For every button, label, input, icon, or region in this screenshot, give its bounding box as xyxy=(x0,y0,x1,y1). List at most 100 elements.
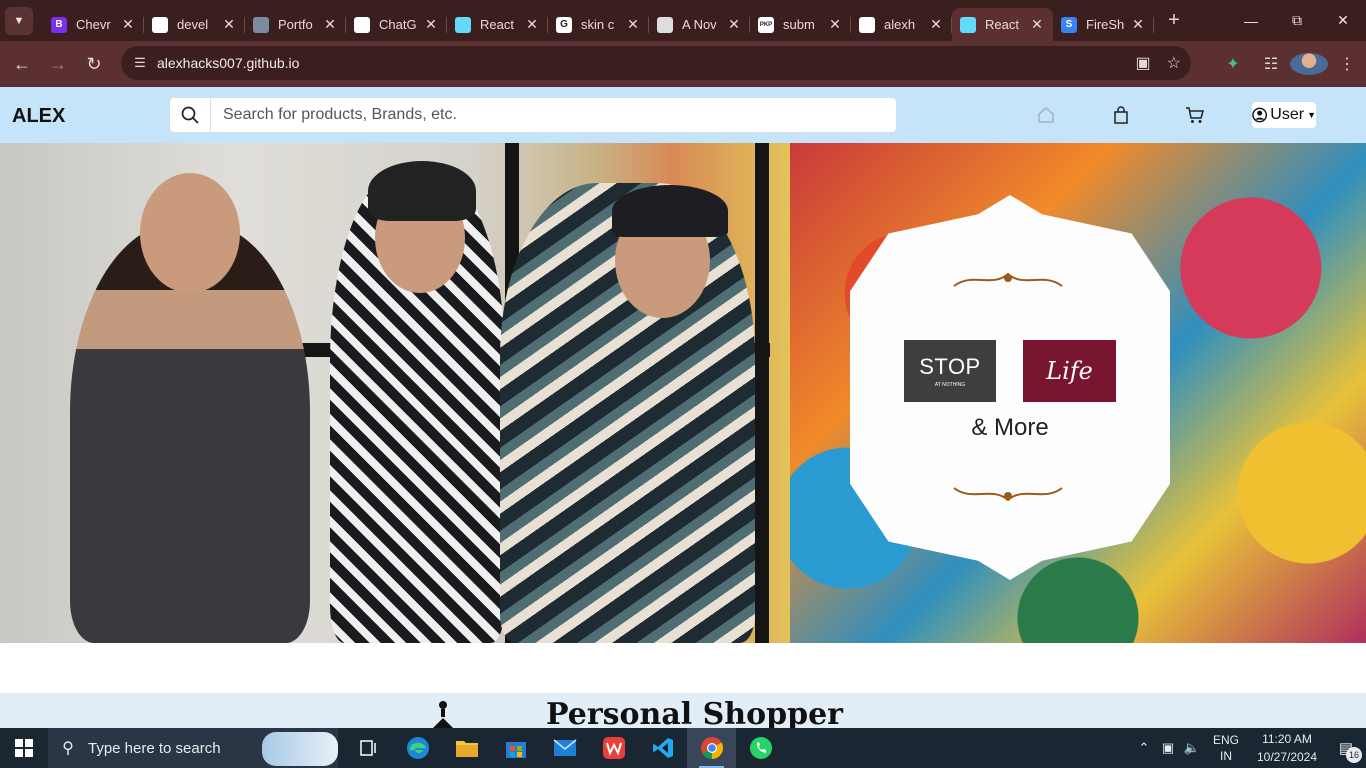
wps-office-app[interactable] xyxy=(589,728,638,768)
medium-icon xyxy=(657,16,673,33)
minimize-button[interactable]: — xyxy=(1228,0,1274,41)
tab-title: alexh xyxy=(884,17,916,32)
close-tab-icon[interactable]: ✕ xyxy=(322,16,338,33)
url-text[interactable]: alexhacks007.github.io xyxy=(157,55,299,71)
close-tab-icon[interactable]: ✕ xyxy=(726,16,742,33)
chevron-down-icon: ▼ xyxy=(13,14,25,27)
file-explorer-app[interactable] xyxy=(442,728,491,768)
vscode-icon xyxy=(652,738,673,758)
cart-icon[interactable] xyxy=(1185,105,1205,125)
notification-count: 16 xyxy=(1346,747,1362,763)
start-button[interactable] xyxy=(0,728,48,768)
vscode-app[interactable] xyxy=(638,728,687,768)
browser-menu-icon[interactable]: ⋮ xyxy=(1328,54,1366,74)
browser-tab[interactable]: Gskin c ✕ xyxy=(548,8,649,41)
lang-line2: IN xyxy=(1220,749,1232,763)
browser-tab[interactable]: React ✕ xyxy=(952,8,1053,41)
browser-tab[interactable]: alexh ✕ xyxy=(851,8,952,41)
whatsapp-app[interactable] xyxy=(736,728,785,768)
ornament-bottom-icon xyxy=(952,484,1064,506)
volume-icon[interactable]: 🔈 xyxy=(1180,740,1204,756)
close-tab-icon[interactable]: ✕ xyxy=(524,16,540,33)
tab-title: Portfo xyxy=(278,17,313,32)
github-icon xyxy=(859,16,875,33)
browser-tab[interactable]: PKP subm ✕ xyxy=(750,8,851,41)
browser-tab-strip: ▼ B Chevr ✕ devel ✕ Portfo ✕ ChatG ✕ React ✕ Gskin … xyxy=(0,0,1366,41)
extension-pin-icon[interactable]: ✦ xyxy=(1214,54,1252,74)
site-settings-icon[interactable]: ☰ xyxy=(129,55,151,71)
clock-time: 11:20 AM xyxy=(1262,732,1312,746)
new-tab-button[interactable]: + xyxy=(1160,7,1188,35)
mail-app[interactable] xyxy=(540,728,589,768)
browser-tab[interactable]: Portfo ✕ xyxy=(245,8,346,41)
extensions-puzzle-icon[interactable]: ☷ xyxy=(1252,54,1290,74)
tab-title: React xyxy=(985,17,1019,32)
browser-tab[interactable]: devel ✕ xyxy=(144,8,245,41)
search-button[interactable] xyxy=(170,98,211,132)
close-tab-icon[interactable]: ✕ xyxy=(928,16,944,33)
close-tab-icon[interactable]: ✕ xyxy=(221,16,237,33)
close-tab-icon[interactable]: ✕ xyxy=(120,16,136,33)
stop-brand-logo[interactable]: STOP AT NOTHING xyxy=(904,340,996,402)
close-window-button[interactable]: ✕ xyxy=(1320,0,1366,41)
hero-photo-models xyxy=(0,143,790,643)
profile-avatar[interactable] xyxy=(1290,53,1328,75)
pinned-apps xyxy=(344,728,785,768)
search-icon xyxy=(181,106,199,124)
edge-icon xyxy=(406,737,429,759)
clock[interactable]: 11:20 AM 10/27/2024 xyxy=(1248,730,1326,766)
back-button[interactable]: ← xyxy=(4,46,40,82)
shopping-bag-icon[interactable] xyxy=(1111,105,1131,125)
task-view-icon xyxy=(359,740,376,756)
browser-tab[interactable]: A Nov ✕ xyxy=(649,8,750,41)
edge-app[interactable] xyxy=(393,728,442,768)
tab-title: devel xyxy=(177,17,209,32)
react-icon xyxy=(455,16,471,33)
browser-tab[interactable]: S FireSh ✕ xyxy=(1053,8,1154,41)
reload-button[interactable]: ↻ xyxy=(76,46,112,82)
life-brand-logo[interactable]: Life xyxy=(1023,340,1116,402)
windows-logo-icon xyxy=(15,739,33,757)
ornament-top-icon xyxy=(952,268,1064,290)
taskbar-search-box[interactable]: ⚲ Type here to search xyxy=(48,728,338,768)
forward-button[interactable]: → xyxy=(40,46,76,82)
close-tab-icon[interactable]: ✕ xyxy=(423,16,439,33)
close-tab-icon[interactable]: ✕ xyxy=(827,16,843,33)
close-tab-icon[interactable]: ✕ xyxy=(625,16,641,33)
store-app[interactable] xyxy=(491,728,540,768)
bootstrap-icon: B xyxy=(51,16,67,33)
user-dropdown-button[interactable]: User ▼ xyxy=(1252,102,1316,128)
browser-tab[interactable]: ChatG ✕ xyxy=(346,8,447,41)
tab-list: B Chevr ✕ devel ✕ Portfo ✕ ChatG ✕ React ✕ Gskin c ✕… xyxy=(43,0,1154,41)
tab-title: A Nov xyxy=(682,17,717,32)
tab-search-button[interactable]: ▼ xyxy=(5,6,33,35)
show-hidden-icons-chevron-icon[interactable]: ⌃ xyxy=(1132,740,1156,756)
brand-logo[interactable]: ALEX xyxy=(12,105,65,128)
address-bar[interactable]: ☰ alexhacks007.github.io ▣ ☆ xyxy=(121,46,1191,80)
task-view-button[interactable] xyxy=(344,728,393,768)
network-icon[interactable]: ▣ xyxy=(1156,740,1180,756)
window-controls: — ⧉ ✕ xyxy=(1228,0,1366,41)
search-input[interactable] xyxy=(211,98,896,132)
user-label: User xyxy=(1270,106,1305,123)
browser-tab[interactable]: B Chevr ✕ xyxy=(43,8,144,41)
tab-title: ChatG xyxy=(379,17,417,32)
pkp-icon: PKP xyxy=(758,16,774,33)
chrome-app[interactable] xyxy=(687,728,736,768)
avatar-icon xyxy=(253,16,269,33)
tab-title: React xyxy=(480,17,514,32)
browser-toolbar: ← → ↻ ☰ alexhacks007.github.io ▣ ☆ ✦ ☷ ⋮ xyxy=(0,41,1366,87)
lang-line1: ENG xyxy=(1212,733,1239,747)
close-tab-icon[interactable]: ✕ xyxy=(1130,16,1146,33)
language-indicator[interactable]: ENG IN xyxy=(1204,732,1248,764)
openai-icon xyxy=(354,16,370,33)
home-icon[interactable] xyxy=(1036,105,1056,125)
browser-tab[interactable]: React ✕ xyxy=(447,8,548,41)
notification-center-button[interactable]: ▤ 16 xyxy=(1326,739,1366,763)
close-tab-icon[interactable]: ✕ xyxy=(1029,16,1045,33)
bookmark-star-icon[interactable]: ☆ xyxy=(1167,53,1181,73)
restore-button[interactable]: ⧉ xyxy=(1274,0,1320,41)
install-app-icon[interactable]: ▣ xyxy=(1136,53,1151,73)
brand-showcase-card xyxy=(850,195,1170,580)
section-title: Personal Shopper xyxy=(546,697,843,732)
